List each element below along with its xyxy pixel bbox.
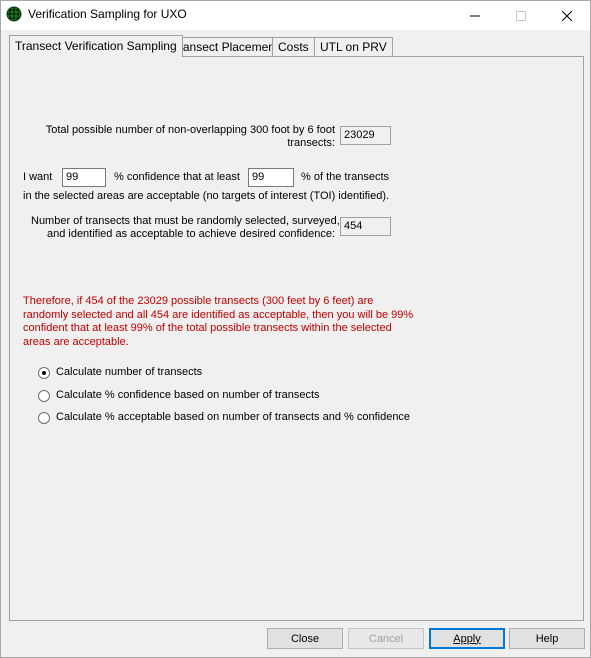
option-calc-acceptable[interactable]: Calculate % acceptable based on number o… xyxy=(38,411,410,424)
close-icon xyxy=(562,10,572,21)
tab-label: Costs xyxy=(278,40,309,54)
dialog-window: Verification Sampling for UXO Transect V… xyxy=(0,0,591,658)
confidence-input[interactable]: 99 xyxy=(62,168,106,187)
tab-transect-verification-sampling[interactable]: Transect Verification Sampling xyxy=(9,35,183,57)
minimize-icon xyxy=(470,15,480,16)
acceptable-label: % of the transects xyxy=(301,171,390,183)
close-button[interactable]: Close xyxy=(267,628,343,649)
total-transects-label-line1: Total possible number of non-overlapping… xyxy=(45,124,335,136)
option-label: Calculate % acceptable based on number o… xyxy=(56,411,411,423)
title-bar[interactable]: Verification Sampling for UXO xyxy=(1,1,590,30)
required-transects-label-line1: Number of transects that must be randoml… xyxy=(31,215,340,227)
confidence-label: % confidence that at least xyxy=(114,171,240,183)
acceptable-percent-input[interactable]: 99 xyxy=(248,168,294,187)
conclusion-text: Therefore, if 454 of the 23029 possible … xyxy=(23,295,414,348)
radio-button-checked[interactable] xyxy=(38,366,50,379)
tab-transect-placement[interactable]: Transect Placement xyxy=(166,37,285,57)
apply-button[interactable]: Apply xyxy=(429,628,505,649)
option-calc-confidence[interactable]: Calculate % confidence based on number o… xyxy=(38,389,320,402)
selected-areas-label: in the selected areas are acceptable (no… xyxy=(23,190,390,202)
tab-utl-on-prv[interactable]: UTL on PRV xyxy=(314,37,393,57)
tab-costs[interactable]: Costs xyxy=(272,37,315,57)
option-calc-number-of-transects[interactable]: Calculate number of transects xyxy=(38,366,202,379)
total-transects-label-line2: transects: xyxy=(287,137,335,149)
maximize-button xyxy=(498,1,544,30)
cancel-button: Cancel xyxy=(348,628,424,649)
radio-button[interactable] xyxy=(38,389,50,402)
maximize-icon xyxy=(516,10,526,21)
tab-label: UTL on PRV xyxy=(320,40,387,54)
help-button[interactable]: Help xyxy=(509,628,585,649)
tab-label: Transect Verification Sampling xyxy=(15,39,177,53)
close-window-button[interactable] xyxy=(544,1,590,30)
tab-label: Transect Placement xyxy=(172,40,279,54)
apply-label: Apply xyxy=(453,632,481,645)
option-label: Calculate number of transects xyxy=(56,366,203,378)
minimize-button[interactable] xyxy=(452,1,498,30)
radio-button[interactable] xyxy=(38,411,50,424)
required-transects-field: 454 xyxy=(340,217,391,236)
required-transects-label-line2: and identified as acceptable to achieve … xyxy=(46,228,335,240)
option-label: Calculate % confidence based on number o… xyxy=(56,389,320,401)
total-transects-field: 23029 xyxy=(340,126,391,145)
window-title: Verification Sampling for UXO xyxy=(28,7,187,21)
globe-grid-icon xyxy=(6,6,22,22)
i-want-label: I want xyxy=(23,171,53,183)
